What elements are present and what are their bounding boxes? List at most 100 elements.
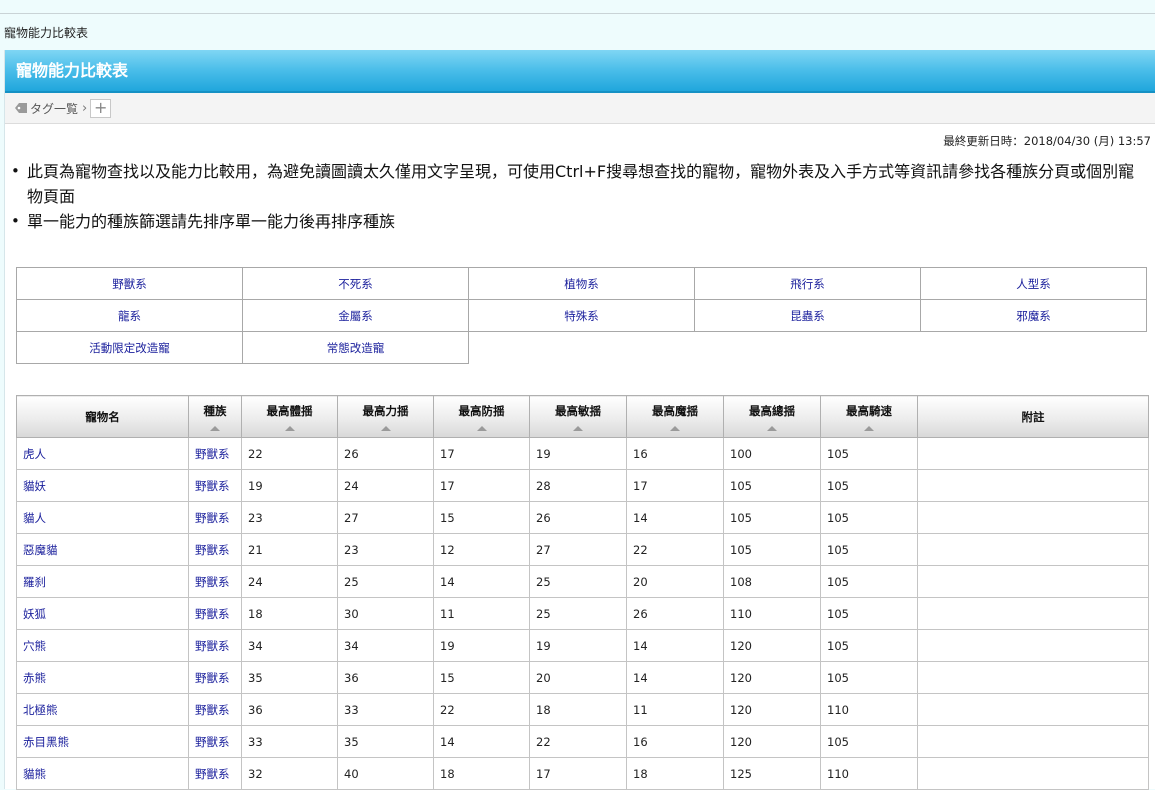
sort-up-icon[interactable] <box>767 425 777 431</box>
sort-up-icon[interactable] <box>380 425 391 431</box>
pet-name-link[interactable]: 羅刹 <box>16 565 189 598</box>
category-link[interactable]: 邪魔系 <box>920 299 1147 332</box>
max-hp-cell: 23 <box>241 501 338 534</box>
race-link[interactable]: 野獸系 <box>188 661 242 694</box>
pet-name-link[interactable]: 貓熊 <box>16 757 189 790</box>
max-def-cell: 12 <box>433 533 530 566</box>
pet-name-link[interactable]: 赤熊 <box>16 661 189 694</box>
category-link[interactable]: 昆蟲系 <box>694 299 921 332</box>
race-link[interactable]: 野獸系 <box>188 533 242 566</box>
category-link[interactable]: 人型系 <box>920 267 1147 300</box>
notes-cell <box>917 437 1149 470</box>
max-str-cell: 25 <box>337 565 434 598</box>
page-title: 寵物能力比較表 <box>5 50 1155 93</box>
max-str-cell: 40 <box>337 757 434 790</box>
table-row: 赤熊 野獸系 35 36 15 20 14 120 105 <box>16 661 1149 694</box>
max-mag-cell: 17 <box>626 469 724 502</box>
race-link[interactable]: 野獸系 <box>188 501 242 534</box>
max-hp-cell: 33 <box>241 725 338 758</box>
header-max-str[interactable]: 最高力揺 <box>337 395 434 438</box>
sort-up-icon[interactable] <box>284 425 295 431</box>
header-notes[interactable]: 附註 <box>917 395 1149 438</box>
notes-list: 此頁為寵物查找以及能力比較用，為避免讀圖讀太久僅用文字呈現，可使用Ctrl+F搜… <box>5 159 1155 234</box>
max-agi-cell: 20 <box>529 661 627 694</box>
pet-name-link[interactable]: 惡魔貓 <box>16 533 189 566</box>
max-str-cell: 27 <box>337 501 434 534</box>
header-pet-name[interactable]: 寵物名 <box>16 395 189 438</box>
pet-name-link[interactable]: 北極熊 <box>16 693 189 726</box>
tag-list-link[interactable]: タグ一覧 <box>15 100 78 117</box>
max-def-cell: 11 <box>433 597 530 630</box>
sort-up-icon[interactable] <box>573 425 583 431</box>
max-speed-cell: 105 <box>820 661 918 694</box>
race-link[interactable]: 野獸系 <box>188 469 242 502</box>
header-race[interactable]: 種族 <box>188 395 242 438</box>
max-agi-cell: 27 <box>529 533 627 566</box>
race-link[interactable]: 野獸系 <box>188 629 242 662</box>
table-row: 妖狐 野獸系 18 30 11 25 26 110 105 <box>16 597 1149 630</box>
header-max-def[interactable]: 最高防揺 <box>433 395 530 438</box>
max-hp-cell: 35 <box>241 661 338 694</box>
category-link[interactable]: 常態改造寵 <box>242 331 469 364</box>
sort-up-icon[interactable] <box>864 425 874 431</box>
max-agi-cell: 19 <box>529 437 627 470</box>
header-max-total[interactable]: 最高總揺 <box>723 395 821 438</box>
top-divider <box>0 13 1155 14</box>
max-hp-cell: 24 <box>241 565 338 598</box>
breadcrumb: 寵物能力比較表 <box>4 26 89 40</box>
race-link[interactable]: 野獸系 <box>188 437 242 470</box>
max-str-cell: 23 <box>337 533 434 566</box>
race-link[interactable]: 野獸系 <box>188 597 242 630</box>
race-link[interactable]: 野獸系 <box>188 757 242 790</box>
sort-up-icon[interactable] <box>476 425 487 431</box>
header-max-hp[interactable]: 最高體揺 <box>241 395 338 438</box>
category-link[interactable]: 野獸系 <box>16 267 243 300</box>
category-link[interactable]: 龍系 <box>16 299 243 332</box>
table-row: 貓妖 野獸系 19 24 17 28 17 105 105 <box>16 469 1149 502</box>
category-link[interactable]: 植物系 <box>468 267 695 300</box>
notes-cell <box>917 565 1149 598</box>
pet-name-link[interactable]: 貓妖 <box>16 469 189 502</box>
category-link[interactable]: 飛行系 <box>694 267 921 300</box>
category-link[interactable]: 活動限定改造寵 <box>16 331 243 364</box>
pet-name-link[interactable]: 赤目黑熊 <box>16 725 189 758</box>
pet-name-link[interactable]: 虎人 <box>16 437 189 470</box>
notes-cell <box>917 725 1149 758</box>
max-def-cell: 17 <box>433 437 530 470</box>
max-agi-cell: 18 <box>529 693 627 726</box>
max-hp-cell: 32 <box>241 757 338 790</box>
category-link[interactable]: 特殊系 <box>468 299 695 332</box>
race-link[interactable]: 野獸系 <box>188 725 242 758</box>
sort-up-icon[interactable] <box>670 425 680 431</box>
pet-name-link[interactable]: 妖狐 <box>16 597 189 630</box>
notes-cell <box>917 501 1149 534</box>
max-agi-cell: 17 <box>529 757 627 790</box>
add-tag-button[interactable]: + <box>90 98 112 118</box>
max-speed-cell: 105 <box>820 501 918 534</box>
max-agi-cell: 22 <box>529 725 627 758</box>
max-hp-cell: 34 <box>241 629 338 662</box>
max-total-cell: 120 <box>723 629 821 662</box>
max-mag-cell: 20 <box>626 565 724 598</box>
max-total-cell: 100 <box>723 437 821 470</box>
category-link[interactable]: 金屬系 <box>242 299 469 332</box>
max-total-cell: 110 <box>723 597 821 630</box>
max-def-cell: 17 <box>433 469 530 502</box>
sort-up-icon[interactable] <box>210 425 220 431</box>
max-mag-cell: 18 <box>626 757 724 790</box>
pet-name-link[interactable]: 貓人 <box>16 501 189 534</box>
race-link[interactable]: 野獸系 <box>188 693 242 726</box>
max-mag-cell: 14 <box>626 661 724 694</box>
max-speed-cell: 105 <box>820 533 918 566</box>
max-speed-cell: 105 <box>820 597 918 630</box>
header-max-agi[interactable]: 最高敏揺 <box>529 395 627 438</box>
max-str-cell: 36 <box>337 661 434 694</box>
max-mag-cell: 16 <box>626 725 724 758</box>
max-total-cell: 105 <box>723 533 821 566</box>
header-max-speed[interactable]: 最高騎速 <box>820 395 918 438</box>
max-speed-cell: 105 <box>820 437 918 470</box>
race-link[interactable]: 野獸系 <box>188 565 242 598</box>
header-max-mag[interactable]: 最高魔揺 <box>626 395 724 438</box>
category-link[interactable]: 不死系 <box>242 267 469 300</box>
pet-name-link[interactable]: 穴熊 <box>16 629 189 662</box>
